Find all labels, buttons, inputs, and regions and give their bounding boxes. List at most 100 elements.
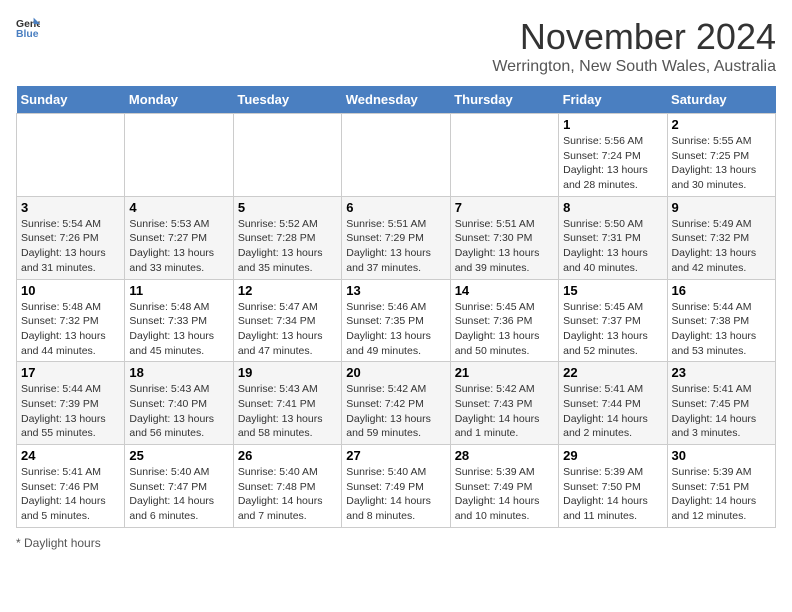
calendar-cell: 15 Sunrise: 5:45 AM Sunset: 7:37 PM Dayli… [559, 279, 667, 362]
day-info: Sunrise: 5:51 AM Sunset: 7:29 PM Dayligh… [346, 217, 445, 276]
calendar-header-saturday: Saturday [667, 86, 775, 114]
day-number: 28 [455, 448, 554, 463]
calendar-cell [342, 114, 450, 197]
day-number: 12 [238, 283, 337, 298]
day-number: 6 [346, 200, 445, 215]
calendar-cell: 5Sunrise: 5:52 AM Sunset: 7:28 PM Daylig… [233, 196, 341, 279]
day-info: Sunrise: 5:40 AM Sunset: 7:48 PM Dayligh… [238, 465, 337, 524]
day-number: 18 [129, 365, 228, 380]
day-number: 1 [563, 117, 662, 132]
logo-icon: General Blue [16, 16, 40, 40]
day-number: 17 [21, 365, 120, 380]
day-info: Sunrise: 5:49 AM Sunset: 7:32 PM Dayligh… [672, 217, 771, 276]
calendar-cell: 11 Sunrise: 5:48 AM Sunset: 7:33 PM Dayli… [125, 279, 233, 362]
day-info: Sunrise: 5:48 AM Sunset: 7:33 PM Dayligh… [129, 300, 228, 359]
calendar-cell: 6 Sunrise: 5:51 AM Sunset: 7:29 PM Daylig… [342, 196, 450, 279]
calendar-cell: 14 Sunrise: 5:45 AM Sunset: 7:36 PM Dayli… [450, 279, 558, 362]
day-info: Sunrise: 5:41 AM Sunset: 7:46 PM Dayligh… [21, 465, 120, 524]
calendar-week-2: 3 Sunrise: 5:54 AM Sunset: 7:26 PM Daylig… [17, 196, 776, 279]
day-info: Sunrise: 5:39 AM Sunset: 7:49 PM Dayligh… [455, 465, 554, 524]
day-info: Sunrise: 5:55 AM Sunset: 7:25 PM Dayligh… [672, 134, 771, 193]
header: General Blue November 2024 Werrington, N… [16, 16, 776, 76]
calendar-cell: 10Sunrise: 5:48 AM Sunset: 7:32 PM Dayli… [17, 279, 125, 362]
day-info: Sunrise: 5:46 AM Sunset: 7:35 PM Dayligh… [346, 300, 445, 359]
calendar-cell: 29Sunrise: 5:39 AM Sunset: 7:50 PM Dayli… [559, 445, 667, 528]
day-info: Sunrise: 5:43 AM Sunset: 7:41 PM Dayligh… [238, 382, 337, 441]
calendar-cell: 8 Sunrise: 5:50 AM Sunset: 7:31 PM Daylig… [559, 196, 667, 279]
day-info: Sunrise: 5:39 AM Sunset: 7:51 PM Dayligh… [672, 465, 771, 524]
calendar-week-1: 1 Sunrise: 5:56 AM Sunset: 7:24 PM Daylig… [17, 114, 776, 197]
calendar-header-row: SundayMondayTuesdayWednesdayThursdayFrid… [17, 86, 776, 114]
day-number: 21 [455, 365, 554, 380]
day-number: 2 [672, 117, 771, 132]
calendar-cell: 22 Sunrise: 5:41 AM Sunset: 7:44 PM Dayli… [559, 362, 667, 445]
calendar-cell: 26 Sunrise: 5:40 AM Sunset: 7:48 PM Dayli… [233, 445, 341, 528]
calendar-cell: 28 Sunrise: 5:39 AM Sunset: 7:49 PM Dayli… [450, 445, 558, 528]
day-info: Sunrise: 5:44 AM Sunset: 7:38 PM Dayligh… [672, 300, 771, 359]
calendar-cell: 4Sunrise: 5:53 AM Sunset: 7:27 PM Daylig… [125, 196, 233, 279]
day-info: Sunrise: 5:54 AM Sunset: 7:26 PM Dayligh… [21, 217, 120, 276]
calendar-cell: 3 Sunrise: 5:54 AM Sunset: 7:26 PM Daylig… [17, 196, 125, 279]
day-number: 13 [346, 283, 445, 298]
calendar-cell [233, 114, 341, 197]
day-number: 16 [672, 283, 771, 298]
day-info: Sunrise: 5:41 AM Sunset: 7:44 PM Dayligh… [563, 382, 662, 441]
day-number: 10 [21, 283, 120, 298]
calendar-cell: 18 Sunrise: 5:43 AM Sunset: 7:40 PM Dayli… [125, 362, 233, 445]
day-number: 11 [129, 283, 228, 298]
calendar-cell: 2 Sunrise: 5:55 AM Sunset: 7:25 PM Daylig… [667, 114, 775, 197]
calendar-cell: 13 Sunrise: 5:46 AM Sunset: 7:35 PM Dayli… [342, 279, 450, 362]
day-number: 24 [21, 448, 120, 463]
calendar-cell: 1 Sunrise: 5:56 AM Sunset: 7:24 PM Daylig… [559, 114, 667, 197]
day-number: 8 [563, 200, 662, 215]
day-info: Sunrise: 5:42 AM Sunset: 7:42 PM Dayligh… [346, 382, 445, 441]
calendar-cell [450, 114, 558, 197]
day-info: Sunrise: 5:50 AM Sunset: 7:31 PM Dayligh… [563, 217, 662, 276]
day-info: Sunrise: 5:43 AM Sunset: 7:40 PM Dayligh… [129, 382, 228, 441]
day-number: 22 [563, 365, 662, 380]
footer-text: Daylight hours [24, 536, 101, 550]
day-info: Sunrise: 5:53 AM Sunset: 7:27 PM Dayligh… [129, 217, 228, 276]
day-info: Sunrise: 5:39 AM Sunset: 7:50 PM Dayligh… [563, 465, 662, 524]
day-info: Sunrise: 5:45 AM Sunset: 7:36 PM Dayligh… [455, 300, 554, 359]
day-info: Sunrise: 5:51 AM Sunset: 7:30 PM Dayligh… [455, 217, 554, 276]
calendar-header-sunday: Sunday [17, 86, 125, 114]
day-info: Sunrise: 5:40 AM Sunset: 7:49 PM Dayligh… [346, 465, 445, 524]
main-title: November 2024 [492, 16, 776, 58]
day-number: 3 [21, 200, 120, 215]
calendar-cell [17, 114, 125, 197]
logo: General Blue [16, 16, 40, 40]
day-number: 26 [238, 448, 337, 463]
calendar-cell: 23 Sunrise: 5:41 AM Sunset: 7:45 PM Dayli… [667, 362, 775, 445]
calendar-cell: 9 Sunrise: 5:49 AM Sunset: 7:32 PM Daylig… [667, 196, 775, 279]
day-number: 27 [346, 448, 445, 463]
calendar-cell [125, 114, 233, 197]
title-area: November 2024 Werrington, New South Wale… [492, 16, 776, 76]
calendar-cell: 7Sunrise: 5:51 AM Sunset: 7:30 PM Daylig… [450, 196, 558, 279]
day-number: 30 [672, 448, 771, 463]
calendar-week-3: 10Sunrise: 5:48 AM Sunset: 7:32 PM Dayli… [17, 279, 776, 362]
calendar-cell: 19Sunrise: 5:43 AM Sunset: 7:41 PM Dayli… [233, 362, 341, 445]
day-info: Sunrise: 5:45 AM Sunset: 7:37 PM Dayligh… [563, 300, 662, 359]
calendar-header-monday: Monday [125, 86, 233, 114]
calendar-cell: 16 Sunrise: 5:44 AM Sunset: 7:38 PM Dayli… [667, 279, 775, 362]
calendar-cell: 27 Sunrise: 5:40 AM Sunset: 7:49 PM Dayli… [342, 445, 450, 528]
calendar-cell: 17Sunrise: 5:44 AM Sunset: 7:39 PM Dayli… [17, 362, 125, 445]
calendar: SundayMondayTuesdayWednesdayThursdayFrid… [16, 86, 776, 528]
calendar-header-wednesday: Wednesday [342, 86, 450, 114]
day-number: 9 [672, 200, 771, 215]
footer-note: * Daylight hours [16, 536, 776, 550]
calendar-cell: 24 Sunrise: 5:41 AM Sunset: 7:46 PM Dayli… [17, 445, 125, 528]
day-info: Sunrise: 5:47 AM Sunset: 7:34 PM Dayligh… [238, 300, 337, 359]
day-number: 25 [129, 448, 228, 463]
day-number: 14 [455, 283, 554, 298]
day-info: Sunrise: 5:41 AM Sunset: 7:45 PM Dayligh… [672, 382, 771, 441]
svg-text:Blue: Blue [16, 29, 39, 40]
calendar-week-4: 17Sunrise: 5:44 AM Sunset: 7:39 PM Dayli… [17, 362, 776, 445]
day-number: 23 [672, 365, 771, 380]
calendar-cell: 25Sunrise: 5:40 AM Sunset: 7:47 PM Dayli… [125, 445, 233, 528]
calendar-cell: 30 Sunrise: 5:39 AM Sunset: 7:51 PM Dayli… [667, 445, 775, 528]
day-info: Sunrise: 5:56 AM Sunset: 7:24 PM Dayligh… [563, 134, 662, 193]
day-number: 15 [563, 283, 662, 298]
subtitle: Werrington, New South Wales, Australia [492, 58, 776, 76]
